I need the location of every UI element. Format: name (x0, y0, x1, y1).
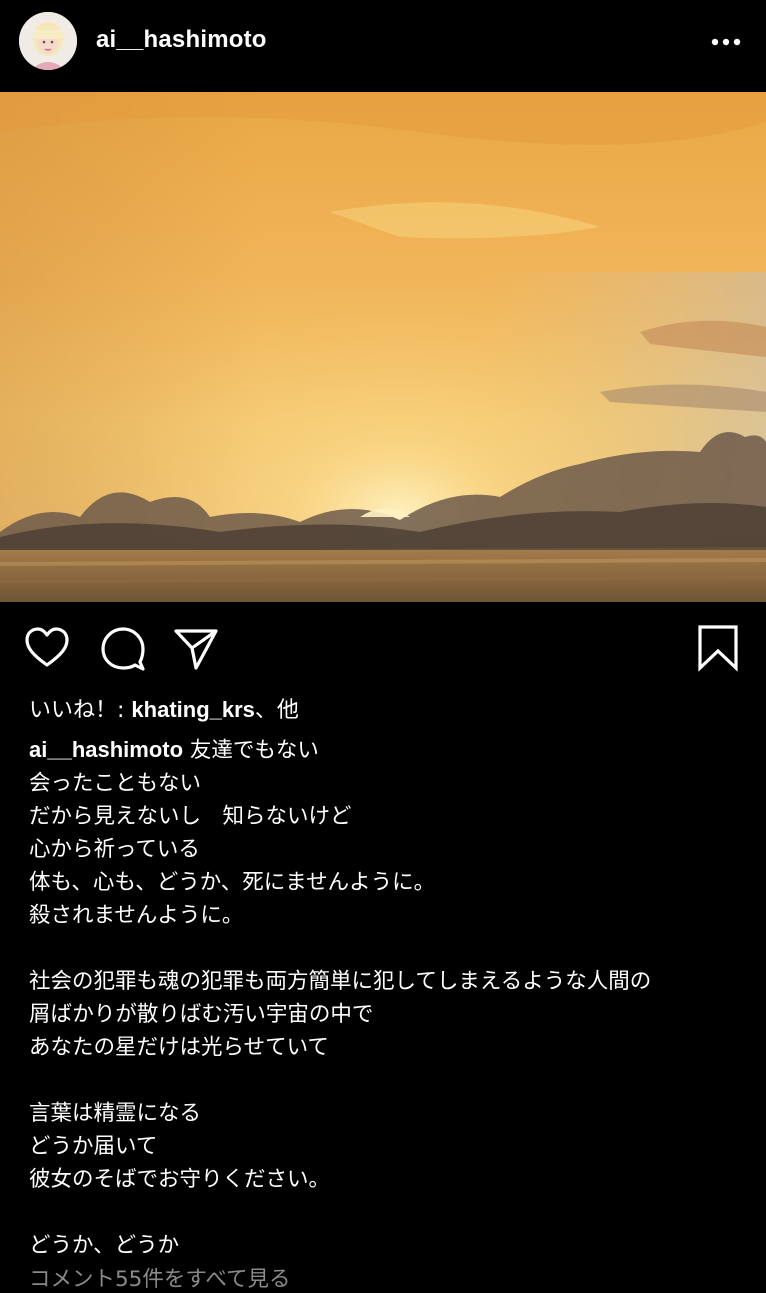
view-all-comments-link[interactable]: コメント55件をすべて見る (29, 1262, 291, 1293)
post-header: ai__hashimoto (0, 0, 766, 92)
post-caption: ai__hashimoto 友達でもない 会ったこともない だから見えないし 知… (29, 733, 741, 1262)
caption-line: ai__hashimoto 友達でもない (29, 733, 741, 767)
sunset-photo (0, 92, 766, 602)
caption-line: 殺されませんように。 (29, 903, 244, 928)
likes-prefix: いいね！: (29, 698, 132, 723)
caption-username[interactable]: ai__hashimoto (29, 737, 183, 762)
caption-line: 言葉は精霊になる (29, 1101, 202, 1126)
avatar[interactable] (19, 12, 77, 70)
paper-plane-icon[interactable] (172, 624, 220, 672)
post-action-bar (0, 614, 766, 684)
likes-suffix[interactable]: 、他 (255, 698, 299, 723)
avatar-image (19, 12, 77, 70)
caption-line: 彼女のそばでお守りください。 (29, 1167, 331, 1192)
post-author-username[interactable]: ai__hashimoto (96, 26, 267, 54)
caption-line: 心から祈っている (29, 837, 200, 862)
caption-line: 社会の犯罪も魂の犯罪も両方簡単に犯してしまえるような人間の (29, 969, 652, 994)
caption-line: 体も、心も、どうか、死にませんように。 (29, 870, 436, 895)
likes-username[interactable]: khating_krs (131, 697, 255, 722)
caption-first-line: 友達でもない (189, 738, 319, 763)
likes-summary[interactable]: いいね！: khating_krs、他 (29, 692, 299, 724)
heart-icon[interactable] (23, 624, 71, 672)
more-options-icon[interactable] (706, 28, 746, 56)
comment-bubble-icon[interactable] (99, 624, 147, 672)
bookmark-icon[interactable] (694, 624, 742, 672)
caption-line: あなたの星だけは光らせていて (29, 1035, 329, 1060)
caption-line: だから見えないし 知らないけど (29, 804, 352, 829)
caption-line: どうか届いて (29, 1134, 158, 1159)
caption-line: 屑ばかりが散りばむ汚い宇宙の中で (29, 1002, 374, 1027)
post-photo[interactable] (0, 92, 766, 602)
caption-line: 会ったこともない (29, 771, 202, 796)
caption-line: どうか、どうか (29, 1233, 180, 1258)
